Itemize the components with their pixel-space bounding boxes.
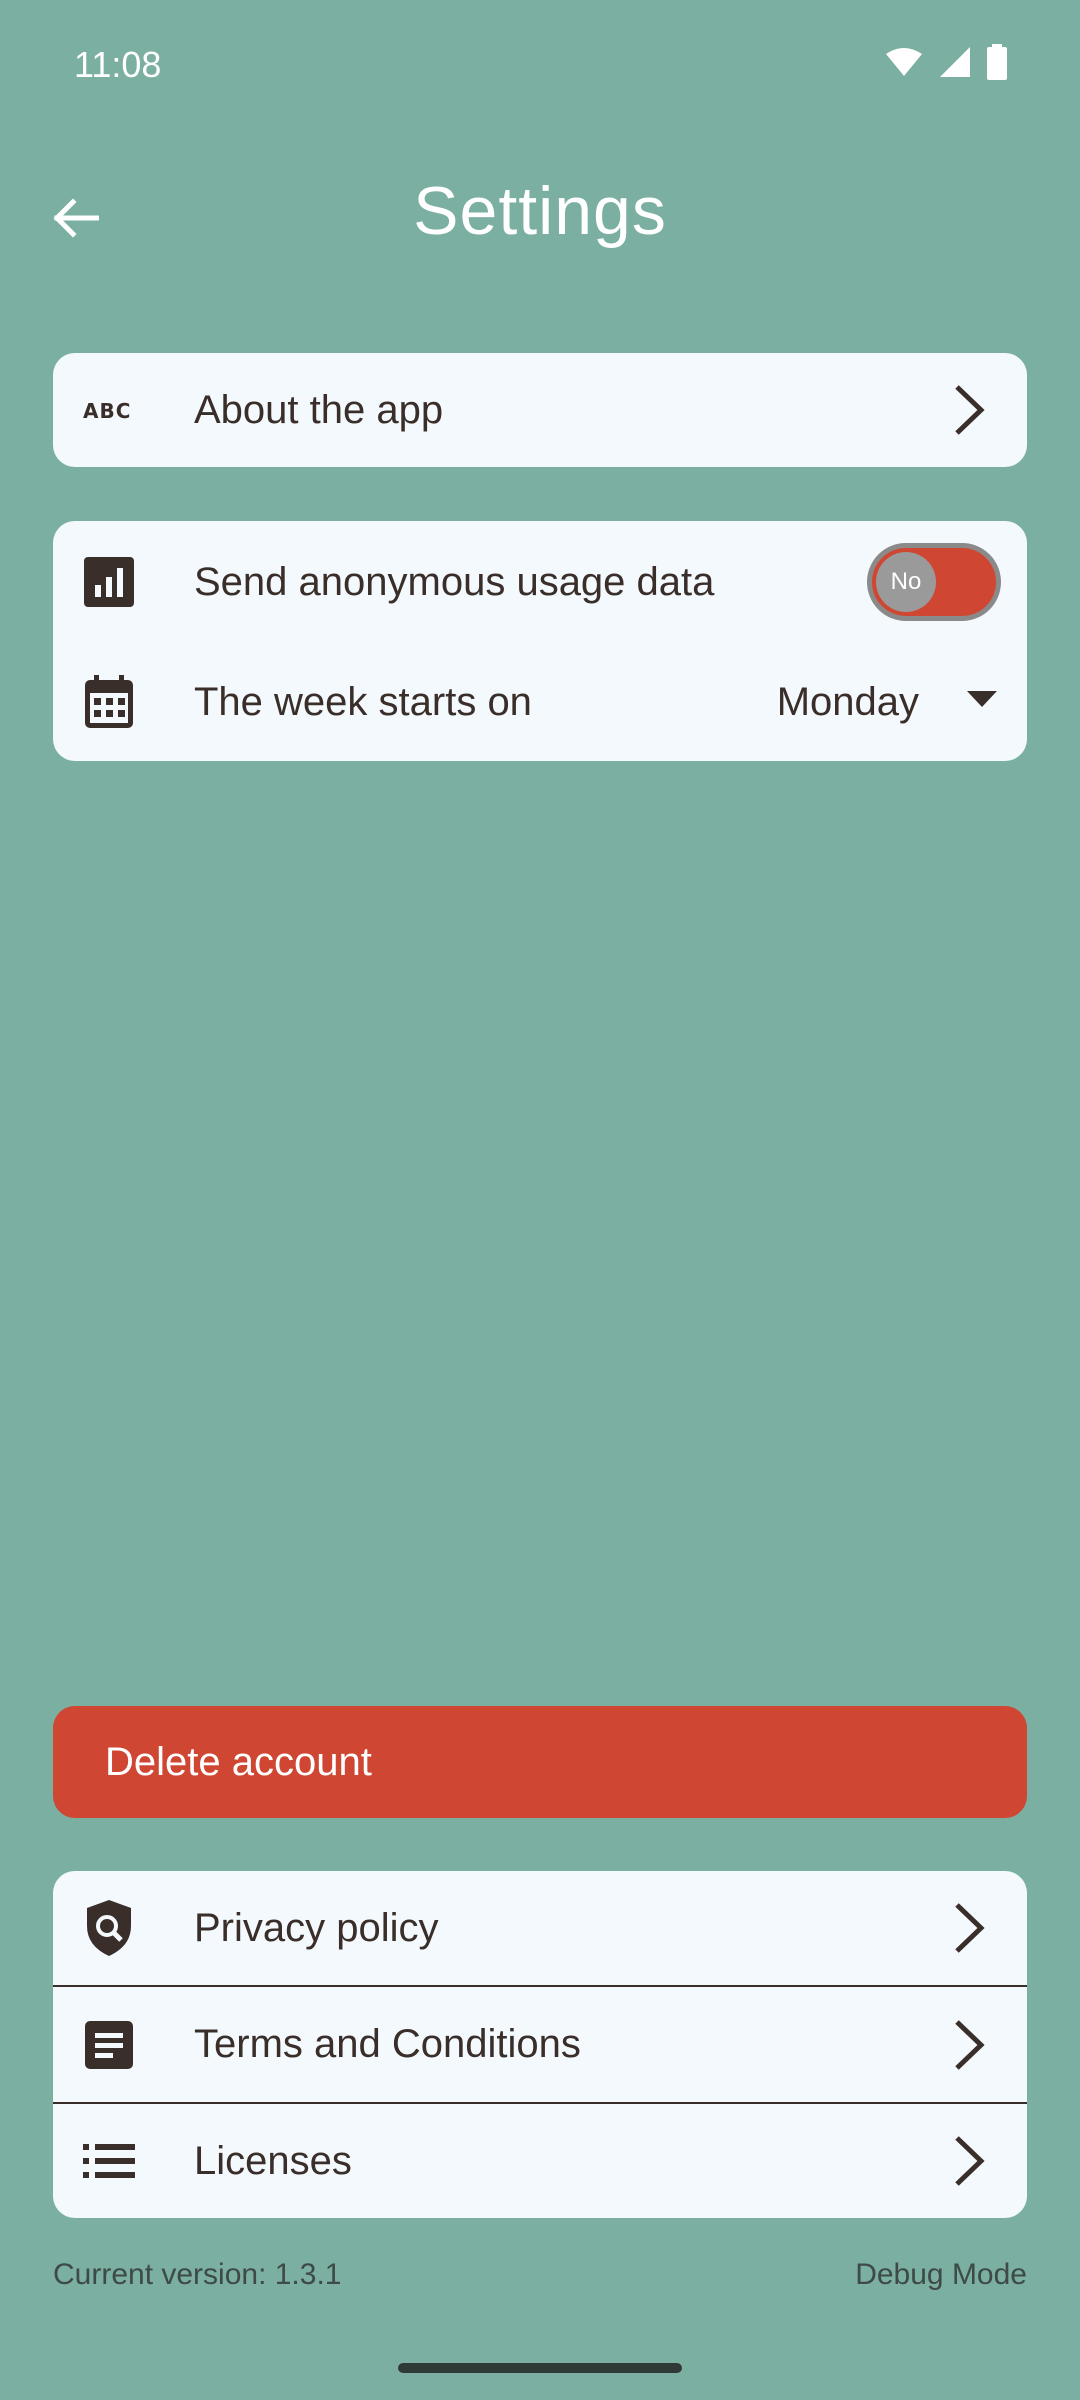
terms-row[interactable]: Terms and Conditions xyxy=(53,1987,1027,2102)
week-start-row: The week starts on Monday xyxy=(53,643,1027,761)
about-card: ABC About the app xyxy=(53,353,1027,467)
usage-data-label: Send anonymous usage data xyxy=(194,559,715,604)
preferences-card: Send anonymous usage data No The week st… xyxy=(53,521,1027,761)
chevron-right-icon xyxy=(941,382,997,438)
usage-data-toggle[interactable]: No xyxy=(867,543,1001,621)
legal-card: Privacy policy Terms and Conditions Lice… xyxy=(53,1871,1027,2218)
privacy-policy-label: Privacy policy xyxy=(194,1905,439,1950)
wifi-icon xyxy=(884,46,924,83)
privacy-policy-row[interactable]: Privacy policy xyxy=(53,1871,1027,1985)
toggle-knob: No xyxy=(876,552,936,612)
app-bar: Settings xyxy=(0,150,1080,280)
home-indicator[interactable] xyxy=(398,2363,682,2373)
chevron-right-icon xyxy=(941,2133,997,2189)
chevron-right-icon xyxy=(941,2017,997,2073)
usage-data-row: Send anonymous usage data No xyxy=(53,521,1027,643)
abc-icon: ABC xyxy=(81,382,137,438)
status-bar: 11:08 xyxy=(0,0,1080,130)
svg-text:ABC: ABC xyxy=(83,399,131,421)
bar-chart-icon xyxy=(81,554,137,610)
chevron-right-icon xyxy=(941,1900,997,1956)
delete-account-label: Delete account xyxy=(105,1739,372,1784)
document-icon xyxy=(81,2017,137,2073)
week-start-label: The week starts on xyxy=(194,679,532,724)
calendar-icon xyxy=(81,674,137,730)
terms-label: Terms and Conditions xyxy=(194,2022,581,2066)
debug-mode-text: Debug Mode xyxy=(855,2258,1027,2291)
version-text: Current version: 1.3.1 xyxy=(53,2258,342,2291)
status-time: 11:08 xyxy=(74,44,162,85)
licenses-label: Licenses xyxy=(194,2138,352,2183)
delete-account-button[interactable]: Delete account xyxy=(53,1706,1027,1818)
page-title: Settings xyxy=(413,173,667,249)
status-icons xyxy=(884,44,1008,85)
signal-icon xyxy=(938,45,972,84)
week-start-value: Monday xyxy=(776,679,919,724)
week-start-dropdown[interactable]: Monday xyxy=(777,667,997,737)
battery-icon xyxy=(986,44,1008,85)
about-app-label: About the app xyxy=(194,387,444,432)
about-app-row[interactable]: ABC About the app xyxy=(53,353,1027,467)
list-icon xyxy=(81,2133,137,2189)
shield-search-icon xyxy=(81,1900,137,1956)
licenses-row[interactable]: Licenses xyxy=(53,2104,1027,2218)
dropdown-arrow-icon xyxy=(967,690,997,714)
